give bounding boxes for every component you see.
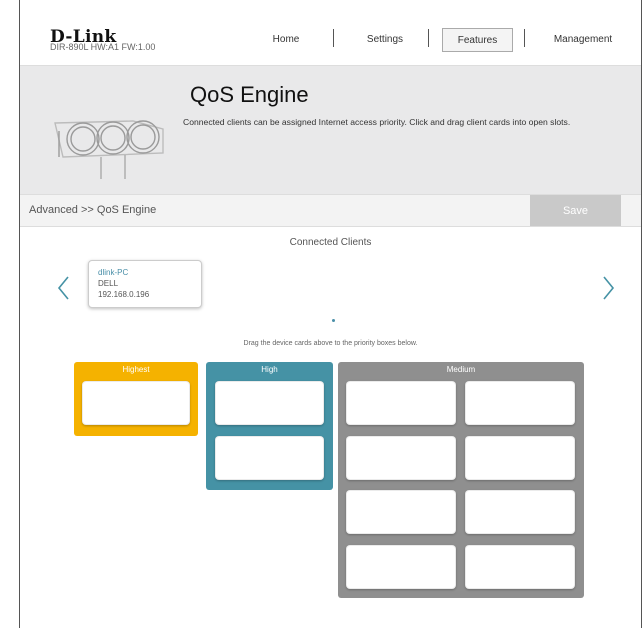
page-description: Connected clients can be assigned Intern… bbox=[183, 117, 571, 127]
nav-features[interactable]: Features bbox=[442, 28, 513, 52]
priority-slot[interactable] bbox=[215, 436, 324, 480]
nav-separator bbox=[428, 29, 429, 47]
client-name: dlink-PC bbox=[98, 268, 129, 277]
priority-slot[interactable] bbox=[346, 381, 456, 425]
nav-home[interactable]: Home bbox=[260, 28, 312, 50]
carousel-page-indicator[interactable] bbox=[332, 319, 335, 322]
chevron-left-icon[interactable] bbox=[54, 273, 74, 303]
page-frame: D-Link DIR-890L HW:A1 FW:1.00 Home Setti… bbox=[19, 0, 642, 628]
breadcrumb: Advanced >> QoS Engine bbox=[29, 204, 157, 216]
chevron-right-icon[interactable] bbox=[598, 273, 618, 303]
priority-slot[interactable] bbox=[346, 490, 456, 534]
client-vendor: DELL bbox=[98, 279, 119, 288]
nav-settings[interactable]: Settings bbox=[348, 28, 422, 50]
qos-engine-illustration-icon bbox=[54, 120, 164, 179]
priority-slot[interactable] bbox=[465, 381, 575, 425]
drag-hint: Drag the device cards above to the prior… bbox=[243, 340, 418, 347]
breadcrumb-bar: Advanced >> QoS Engine Save bbox=[20, 194, 641, 227]
priority-slot[interactable] bbox=[465, 436, 575, 480]
priority-box-highest[interactable]: Highest bbox=[74, 362, 198, 436]
priority-label-highest: Highest bbox=[122, 365, 150, 374]
nav-separator bbox=[524, 29, 525, 47]
priority-box-medium[interactable]: Medium bbox=[338, 362, 584, 598]
priority-slot[interactable] bbox=[465, 490, 575, 534]
connected-clients-title: Connected Clients bbox=[289, 237, 372, 248]
priority-label-medium: Medium bbox=[446, 365, 476, 374]
client-ip: 192.168.0.196 bbox=[98, 290, 150, 299]
priority-slot[interactable] bbox=[346, 436, 456, 480]
client-card[interactable]: dlink-PC DELL 192.168.0.196 bbox=[88, 260, 202, 308]
model-info: DIR-890L HW:A1 FW:1.00 bbox=[50, 42, 156, 52]
priority-slot[interactable] bbox=[82, 381, 190, 425]
priority-slot[interactable] bbox=[215, 381, 324, 425]
page-banner: QoS Engine Connected clients can be assi… bbox=[20, 65, 641, 194]
top-navigation-bar: D-Link DIR-890L HW:A1 FW:1.00 Home Setti… bbox=[20, 0, 641, 65]
save-button[interactable]: Save bbox=[530, 195, 621, 226]
priority-slot[interactable] bbox=[346, 545, 456, 589]
priority-label-high: High bbox=[261, 365, 278, 374]
nav-separator bbox=[333, 29, 334, 47]
priority-slot[interactable] bbox=[465, 545, 575, 589]
priority-box-high[interactable]: High bbox=[206, 362, 333, 490]
page-title: QoS Engine bbox=[190, 82, 309, 107]
nav-management[interactable]: Management bbox=[536, 28, 630, 50]
